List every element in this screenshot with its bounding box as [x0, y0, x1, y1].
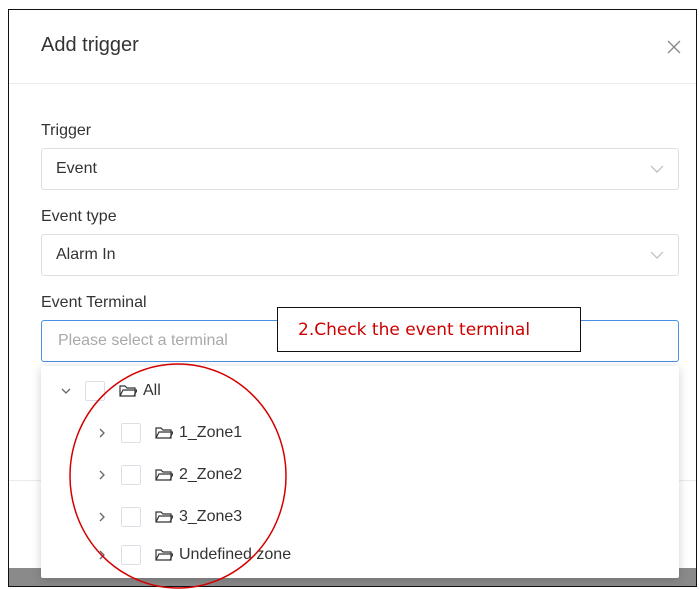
- trigger-select[interactable]: Event: [41, 148, 679, 190]
- expand-toggle[interactable]: [95, 510, 109, 524]
- folder-open-icon: [155, 469, 173, 481]
- expand-toggle[interactable]: [95, 468, 109, 482]
- tree-node-label: Undefined zone: [179, 546, 292, 563]
- checkbox[interactable]: [121, 507, 141, 527]
- expand-toggle[interactable]: [95, 426, 109, 440]
- event-terminal-placeholder: Please select a terminal: [58, 332, 228, 349]
- trigger-label: Trigger: [41, 122, 92, 139]
- tree-node-all[interactable]: All: [59, 376, 161, 406]
- chevron-down-icon: [650, 251, 664, 259]
- checkbox[interactable]: [121, 423, 141, 443]
- dialog-title: Add trigger: [41, 34, 139, 56]
- tree-node-label: 3_Zone3: [179, 508, 243, 525]
- add-trigger-dialog: Add trigger Trigger Event Event type Ala…: [8, 9, 697, 587]
- event-type-select-value: Alarm In: [56, 246, 116, 263]
- checkbox[interactable]: [85, 381, 105, 401]
- tree-node-zone1[interactable]: 1_Zone1: [95, 418, 242, 448]
- folder-open-icon: [155, 427, 173, 439]
- tree-node-zone2[interactable]: 2_Zone2: [95, 460, 242, 490]
- chevron-right-icon: [99, 470, 105, 480]
- tree-node-zone3[interactable]: 3_Zone3: [95, 502, 242, 532]
- folder-open-icon: [119, 385, 137, 397]
- expand-toggle[interactable]: [95, 548, 109, 562]
- tree-node-undefined-zone[interactable]: Undefined zone: [95, 540, 291, 570]
- terminal-tree-dropdown: All 1_Zone1 2_Zone2 3_Zone3 Undefined zo…: [41, 366, 679, 578]
- chevron-down-icon: [650, 165, 664, 173]
- chevron-right-icon: [99, 550, 105, 560]
- close-icon: [667, 40, 681, 54]
- tree-node-label: 2_Zone2: [179, 466, 243, 483]
- expand-toggle[interactable]: [59, 384, 73, 398]
- checkbox[interactable]: [121, 545, 141, 565]
- event-type-label: Event type: [41, 208, 117, 225]
- close-button[interactable]: [663, 36, 685, 58]
- annotation-callout: 2.Check the event terminal: [277, 307, 581, 352]
- chevron-down-icon: [61, 388, 71, 394]
- tree-node-label: All: [143, 382, 161, 399]
- chevron-right-icon: [99, 512, 105, 522]
- tree-node-label: 1_Zone1: [179, 424, 243, 441]
- folder-open-icon: [155, 549, 173, 561]
- folder-open-icon: [155, 511, 173, 523]
- trigger-select-value: Event: [56, 160, 97, 177]
- chevron-right-icon: [99, 428, 105, 438]
- event-terminal-label: Event Terminal: [41, 294, 147, 311]
- dialog-header: Add trigger: [9, 10, 696, 84]
- event-type-select[interactable]: Alarm In: [41, 234, 679, 276]
- checkbox[interactable]: [121, 465, 141, 485]
